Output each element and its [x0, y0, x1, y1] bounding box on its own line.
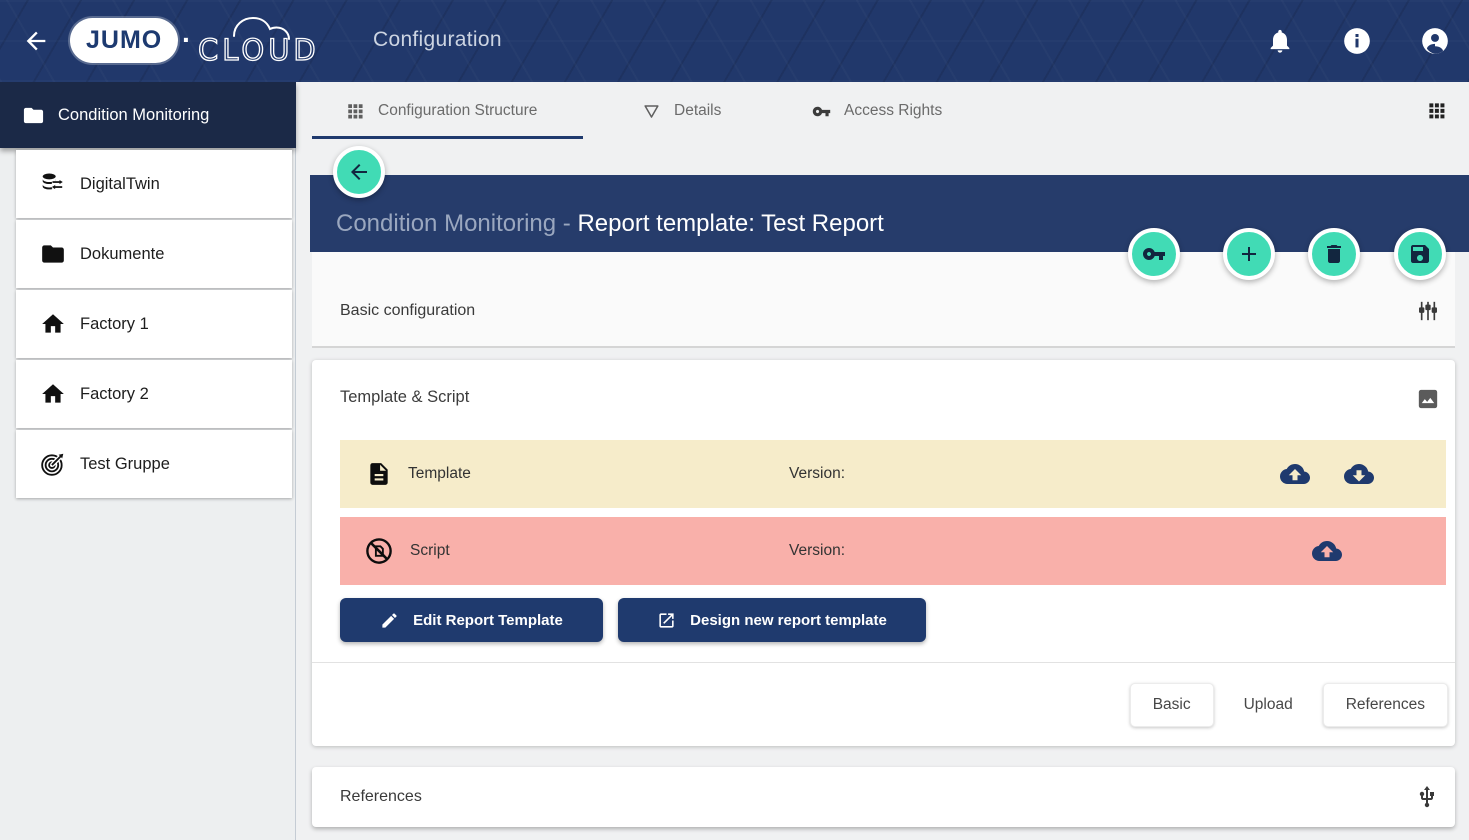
home-icon [40, 381, 66, 407]
sidebar-item-label: Test Gruppe [80, 455, 170, 474]
delete-button[interactable] [1308, 228, 1360, 280]
sidebar-item-factory-1[interactable]: Factory 1 [16, 290, 292, 358]
no-script-icon [364, 536, 394, 566]
template-script-title: Template & Script [340, 388, 469, 407]
plus-icon [1237, 242, 1261, 266]
target-icon [40, 451, 66, 477]
sidebar-item-label: Dokumente [80, 245, 164, 264]
upload-button[interactable]: Upload [1240, 696, 1297, 714]
edit-report-template-label: Edit Report Template [413, 612, 563, 629]
sidebar-item-test-gruppe[interactable]: Test Gruppe [16, 430, 292, 498]
design-new-report-template-label: Design new report template [690, 612, 887, 629]
active-tab-underline [312, 136, 583, 139]
top-navbar: JUMO · CLOUD Configuration [0, 0, 1469, 82]
tab-label: Details [674, 102, 721, 120]
key-icon [1142, 242, 1166, 266]
apps-grid-icon[interactable] [1427, 101, 1447, 121]
info-icon[interactable] [1343, 27, 1371, 55]
basic-configuration-panel[interactable]: Basic configuration [312, 252, 1455, 348]
folder-icon [22, 104, 45, 127]
logo-separator: · [182, 24, 191, 56]
page-title: Configuration [373, 28, 502, 52]
tab-configuration-structure[interactable]: Configuration Structure [346, 82, 537, 140]
sidebar-item-condition-monitoring[interactable]: Condition Monitoring [0, 82, 296, 148]
sliders-icon [1417, 300, 1439, 322]
jumo-logo-text: JUMO [86, 26, 162, 55]
sidebar-item-label: Factory 1 [80, 315, 149, 334]
script-row: Script Version: [340, 517, 1446, 585]
template-row-label: Template [408, 465, 471, 483]
save-button[interactable] [1394, 228, 1446, 280]
document-icon [366, 461, 392, 487]
references-button[interactable]: References [1323, 683, 1448, 727]
references-button-label: References [1346, 696, 1425, 714]
back-arrow-icon[interactable] [22, 27, 50, 55]
references-panel[interactable]: References [312, 767, 1455, 827]
tab-access-rights[interactable]: Access Rights [812, 82, 942, 140]
basic-button[interactable]: Basic [1130, 683, 1214, 727]
cloud-logo: CLOUD [196, 10, 316, 72]
folder-icon [40, 241, 66, 267]
image-icon[interactable] [1417, 388, 1439, 410]
banner-title-main: Report template: Test Report [577, 210, 883, 237]
jumo-logo: JUMO [70, 18, 178, 63]
tab-label: Configuration Structure [378, 102, 537, 120]
open-in-new-icon [657, 611, 676, 630]
save-icon [1408, 242, 1432, 266]
basic-button-label: Basic [1153, 696, 1191, 714]
template-row: Template Version: [340, 440, 1446, 508]
sidebar-item-label: Factory 2 [80, 385, 149, 404]
sidebar-header-label: Condition Monitoring [58, 106, 209, 125]
references-panel-label: References [340, 788, 422, 806]
sidebar-item-dokumente[interactable]: Dokumente [16, 220, 292, 288]
sidebar-item-digitaltwin[interactable]: DigitalTwin [16, 150, 292, 218]
basic-configuration-label: Basic configuration [340, 302, 475, 320]
key-icon [812, 102, 831, 121]
usb-icon [1415, 785, 1439, 809]
template-script-card: Template & Script Template Version: [312, 360, 1455, 746]
sidebar-item-label: DigitalTwin [80, 175, 160, 194]
tab-details[interactable]: Details [642, 82, 721, 140]
cloud-logo-text: CLOUD [198, 33, 316, 67]
account-icon[interactable] [1421, 27, 1449, 55]
script-row-label: Script [410, 542, 450, 560]
digital-twin-icon [40, 171, 66, 197]
design-new-report-template-button[interactable]: Design new report template [618, 598, 926, 642]
trash-icon [1322, 242, 1346, 266]
sidebar: Condition Monitoring DigitalTwin [0, 82, 296, 840]
template-version-label: Version: [789, 465, 845, 483]
cloud-upload-icon[interactable] [1312, 536, 1342, 566]
access-rights-button[interactable] [1128, 228, 1180, 280]
home-icon [40, 311, 66, 337]
banner-title: Condition Monitoring - Report template: … [336, 210, 884, 238]
edit-report-template-button[interactable]: Edit Report Template [340, 598, 603, 642]
script-version-label: Version: [789, 542, 845, 560]
tab-label: Access Rights [844, 102, 942, 120]
notifications-bell-icon[interactable] [1266, 27, 1294, 55]
card-footer-actions: Basic Upload References [1130, 682, 1448, 728]
add-button[interactable] [1223, 228, 1275, 280]
upload-button-label: Upload [1244, 696, 1293, 713]
sidebar-item-factory-2[interactable]: Factory 2 [16, 360, 292, 428]
pencil-icon [380, 611, 399, 630]
report-banner: Condition Monitoring - Report template: … [310, 175, 1469, 252]
app-window: JUMO · CLOUD Configuration Condition Mon… [0, 0, 1469, 840]
cloud-upload-icon[interactable] [1280, 459, 1310, 489]
cloud-download-icon[interactable] [1344, 459, 1374, 489]
back-button[interactable] [333, 146, 385, 198]
funnel-icon [642, 102, 661, 121]
banner-title-prefix: Condition Monitoring - [336, 210, 577, 237]
card-divider [312, 662, 1455, 663]
tab-bar: Configuration Structure Details Access R… [296, 82, 1469, 140]
grid-icon [346, 102, 365, 121]
